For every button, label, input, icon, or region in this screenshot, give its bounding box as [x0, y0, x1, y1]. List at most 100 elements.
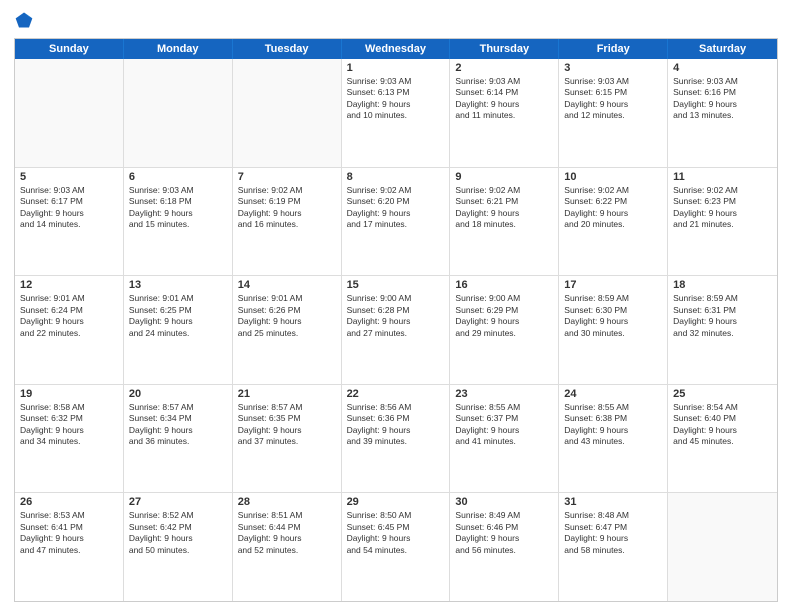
calendar-cell: 13 Sunrise: 9:01 AM Sunset: 6:25 PM Dayli… [124, 276, 233, 384]
header-cell-monday: Monday [124, 39, 233, 59]
calendar-cell: 7 Sunrise: 9:02 AM Sunset: 6:19 PM Daylig… [233, 168, 342, 276]
cell-text: Sunrise: 9:01 AM Sunset: 6:24 PM Dayligh… [20, 293, 118, 339]
day-number: 10 [564, 171, 662, 183]
header [14, 10, 778, 30]
day-number: 2 [455, 62, 553, 74]
cell-text: Sunrise: 8:57 AM Sunset: 6:35 PM Dayligh… [238, 402, 336, 448]
calendar-cell: 26 Sunrise: 8:53 AM Sunset: 6:41 PM Dayli… [15, 493, 124, 601]
calendar-cell: 30Sunrise: 8:49 AM Sunset: 6:46 PM Dayli… [450, 493, 559, 601]
day-number: 21 [238, 388, 336, 400]
day-number: 28 [238, 496, 336, 508]
cell-text: Sunrise: 8:59 AM Sunset: 6:31 PM Dayligh… [673, 293, 772, 339]
cell-text: Sunrise: 9:01 AM Sunset: 6:25 PM Dayligh… [129, 293, 227, 339]
header-cell-wednesday: Wednesday [342, 39, 451, 59]
cell-text: Sunrise: 9:02 AM Sunset: 6:19 PM Dayligh… [238, 185, 336, 231]
calendar-cell: 5 Sunrise: 9:03 AM Sunset: 6:17 PM Daylig… [15, 168, 124, 276]
cell-text: Sunrise: 9:02 AM Sunset: 6:20 PM Dayligh… [347, 185, 445, 231]
header-cell-friday: Friday [559, 39, 668, 59]
calendar-cell: 29Sunrise: 8:50 AM Sunset: 6:45 PM Dayli… [342, 493, 451, 601]
calendar-cell: 4Sunrise: 9:03 AM Sunset: 6:16 PM Daylig… [668, 59, 777, 167]
day-number: 1 [347, 62, 445, 74]
cell-text: Sunrise: 8:59 AM Sunset: 6:30 PM Dayligh… [564, 293, 662, 339]
calendar: SundayMondayTuesdayWednesdayThursdayFrid… [14, 38, 778, 602]
day-number: 4 [673, 62, 772, 74]
day-number: 20 [129, 388, 227, 400]
day-number: 16 [455, 279, 553, 291]
calendar-cell: 12 Sunrise: 9:01 AM Sunset: 6:24 PM Dayli… [15, 276, 124, 384]
day-number: 26 [20, 496, 118, 508]
day-number: 17 [564, 279, 662, 291]
calendar-header: SundayMondayTuesdayWednesdayThursdayFrid… [15, 39, 777, 59]
day-number: 5 [20, 171, 118, 183]
cell-text: Sunrise: 8:57 AM Sunset: 6:34 PM Dayligh… [129, 402, 227, 448]
calendar-cell: 28 Sunrise: 8:51 AM Sunset: 6:44 PM Dayli… [233, 493, 342, 601]
cell-text: Sunrise: 9:03 AM Sunset: 6:14 PM Dayligh… [455, 76, 553, 122]
calendar-row-4: 26 Sunrise: 8:53 AM Sunset: 6:41 PM Dayli… [15, 492, 777, 601]
calendar-row-1: 5 Sunrise: 9:03 AM Sunset: 6:17 PM Daylig… [15, 167, 777, 276]
calendar-cell: 10Sunrise: 9:02 AM Sunset: 6:22 PM Dayli… [559, 168, 668, 276]
logo [14, 10, 38, 30]
day-number: 3 [564, 62, 662, 74]
calendar-cell: 1Sunrise: 9:03 AM Sunset: 6:13 PM Daylig… [342, 59, 451, 167]
calendar-cell: 6 Sunrise: 9:03 AM Sunset: 6:18 PM Daylig… [124, 168, 233, 276]
calendar-cell [233, 59, 342, 167]
day-number: 31 [564, 496, 662, 508]
calendar-cell: 31Sunrise: 8:48 AM Sunset: 6:47 PM Dayli… [559, 493, 668, 601]
cell-text: Sunrise: 8:50 AM Sunset: 6:45 PM Dayligh… [347, 510, 445, 556]
calendar-cell: 9Sunrise: 9:02 AM Sunset: 6:21 PM Daylig… [450, 168, 559, 276]
day-number: 13 [129, 279, 227, 291]
cell-text: Sunrise: 9:02 AM Sunset: 6:21 PM Dayligh… [455, 185, 553, 231]
day-number: 8 [347, 171, 445, 183]
calendar-cell: 22 Sunrise: 8:56 AM Sunset: 6:36 PM Dayli… [342, 385, 451, 493]
calendar-cell: 14 Sunrise: 9:01 AM Sunset: 6:26 PM Dayli… [233, 276, 342, 384]
calendar-cell [15, 59, 124, 167]
day-number: 23 [455, 388, 553, 400]
logo-icon [14, 10, 34, 30]
calendar-cell: 23 Sunrise: 8:55 AM Sunset: 6:37 PM Dayli… [450, 385, 559, 493]
calendar-cell [124, 59, 233, 167]
calendar-cell [668, 493, 777, 601]
calendar-cell: 21 Sunrise: 8:57 AM Sunset: 6:35 PM Dayli… [233, 385, 342, 493]
cell-text: Sunrise: 8:56 AM Sunset: 6:36 PM Dayligh… [347, 402, 445, 448]
cell-text: Sunrise: 8:51 AM Sunset: 6:44 PM Dayligh… [238, 510, 336, 556]
cell-text: Sunrise: 9:03 AM Sunset: 6:15 PM Dayligh… [564, 76, 662, 122]
day-number: 15 [347, 279, 445, 291]
header-cell-tuesday: Tuesday [233, 39, 342, 59]
day-number: 6 [129, 171, 227, 183]
cell-text: Sunrise: 8:49 AM Sunset: 6:46 PM Dayligh… [455, 510, 553, 556]
day-number: 25 [673, 388, 772, 400]
calendar-body: 1Sunrise: 9:03 AM Sunset: 6:13 PM Daylig… [15, 59, 777, 601]
day-number: 22 [347, 388, 445, 400]
calendar-row-2: 12 Sunrise: 9:01 AM Sunset: 6:24 PM Dayli… [15, 275, 777, 384]
day-number: 24 [564, 388, 662, 400]
cell-text: Sunrise: 9:01 AM Sunset: 6:26 PM Dayligh… [238, 293, 336, 339]
day-number: 7 [238, 171, 336, 183]
calendar-cell: 15 Sunrise: 9:00 AM Sunset: 6:28 PM Dayli… [342, 276, 451, 384]
calendar-cell: 27 Sunrise: 8:52 AM Sunset: 6:42 PM Dayli… [124, 493, 233, 601]
day-number: 27 [129, 496, 227, 508]
cell-text: Sunrise: 8:53 AM Sunset: 6:41 PM Dayligh… [20, 510, 118, 556]
calendar-cell: 8 Sunrise: 9:02 AM Sunset: 6:20 PM Daylig… [342, 168, 451, 276]
day-number: 12 [20, 279, 118, 291]
cell-text: Sunrise: 9:00 AM Sunset: 6:28 PM Dayligh… [347, 293, 445, 339]
calendar-row-0: 1Sunrise: 9:03 AM Sunset: 6:13 PM Daylig… [15, 59, 777, 167]
cell-text: Sunrise: 8:55 AM Sunset: 6:38 PM Dayligh… [564, 402, 662, 448]
cell-text: Sunrise: 9:03 AM Sunset: 6:18 PM Dayligh… [129, 185, 227, 231]
page: SundayMondayTuesdayWednesdayThursdayFrid… [0, 0, 792, 612]
cell-text: Sunrise: 8:54 AM Sunset: 6:40 PM Dayligh… [673, 402, 772, 448]
header-cell-sunday: Sunday [15, 39, 124, 59]
calendar-cell: 18 Sunrise: 8:59 AM Sunset: 6:31 PM Dayli… [668, 276, 777, 384]
cell-text: Sunrise: 9:03 AM Sunset: 6:17 PM Dayligh… [20, 185, 118, 231]
day-number: 14 [238, 279, 336, 291]
cell-text: Sunrise: 8:55 AM Sunset: 6:37 PM Dayligh… [455, 402, 553, 448]
day-number: 18 [673, 279, 772, 291]
calendar-cell: 24 Sunrise: 8:55 AM Sunset: 6:38 PM Dayli… [559, 385, 668, 493]
cell-text: Sunrise: 8:52 AM Sunset: 6:42 PM Dayligh… [129, 510, 227, 556]
calendar-row-3: 19Sunrise: 8:58 AM Sunset: 6:32 PM Dayli… [15, 384, 777, 493]
calendar-cell: 16 Sunrise: 9:00 AM Sunset: 6:29 PM Dayli… [450, 276, 559, 384]
calendar-cell: 17 Sunrise: 8:59 AM Sunset: 6:30 PM Dayli… [559, 276, 668, 384]
cell-text: Sunrise: 9:00 AM Sunset: 6:29 PM Dayligh… [455, 293, 553, 339]
calendar-cell: 19Sunrise: 8:58 AM Sunset: 6:32 PM Dayli… [15, 385, 124, 493]
calendar-cell: 20 Sunrise: 8:57 AM Sunset: 6:34 PM Dayli… [124, 385, 233, 493]
calendar-cell: 2 Sunrise: 9:03 AM Sunset: 6:14 PM Daylig… [450, 59, 559, 167]
